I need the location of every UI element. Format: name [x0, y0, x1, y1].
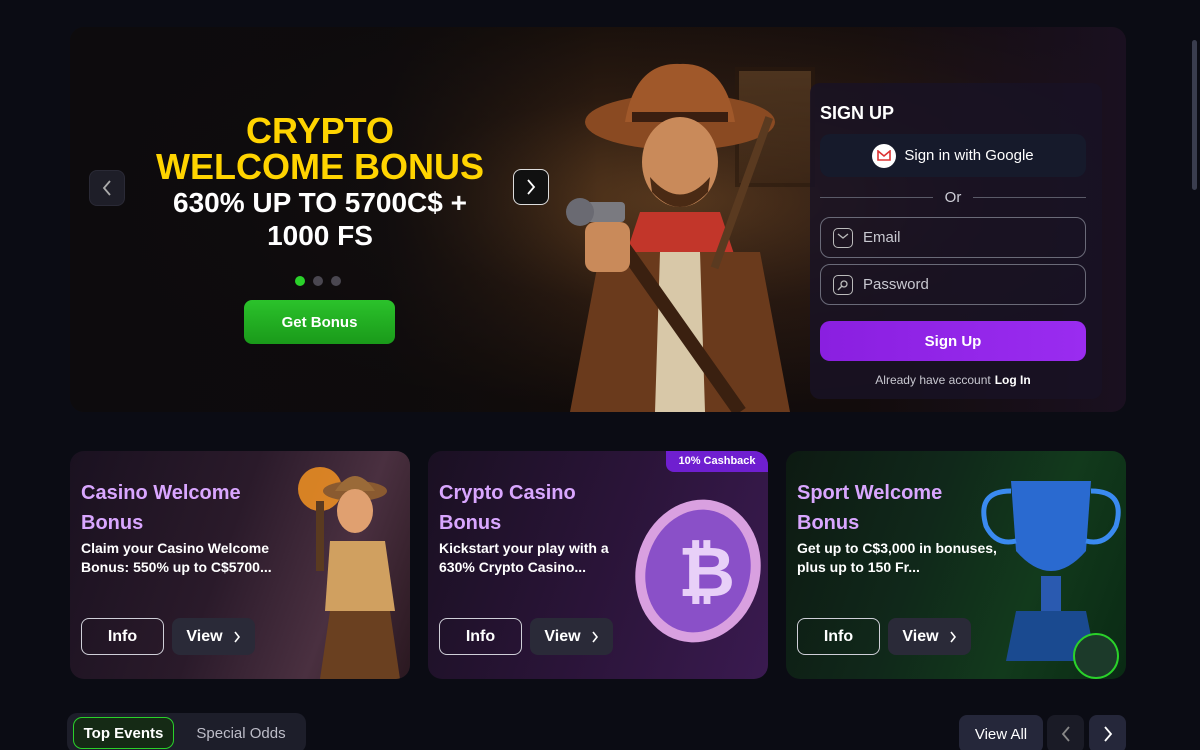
card-title: Crypto Casino Bonus	[439, 482, 576, 534]
view-button[interactable]: View	[888, 618, 971, 655]
tab-top-events[interactable]: Top Events	[73, 717, 174, 749]
password-field[interactable]	[820, 264, 1086, 305]
key-icon	[833, 274, 853, 295]
page-scrollbar[interactable]	[1188, 0, 1200, 750]
promo-offer-line1: 630% UP TO 5700C$ +	[173, 187, 467, 218]
tab-special-odds[interactable]: Special Odds	[182, 717, 300, 749]
signup-title: SIGN UP	[820, 103, 895, 123]
cashback-badge: 10% Cashback	[666, 451, 768, 472]
view-label: View	[902, 627, 939, 645]
promo-headline: CRYPTO WELCOME BONUS 630% UP TO 5700C$ +…	[150, 110, 490, 252]
view-label: View	[186, 627, 223, 645]
events-tabs: Top Events Special Odds	[67, 713, 306, 750]
get-bonus-button[interactable]: Get Bonus	[244, 300, 395, 344]
signup-panel: SIGN UP Sign in with Google Or Sign Up	[810, 83, 1102, 399]
bitcoin-coin-illustration: ₿	[635, 499, 761, 643]
crypto-casino-card[interactable]: 10% Cashback ₿ Crypto Casino Bonus Kicks…	[428, 451, 768, 679]
already-account-text: Already have account	[875, 373, 991, 387]
envelope-icon	[833, 227, 853, 248]
slide-dot-3[interactable]	[331, 276, 341, 286]
promo-title-line1: CRYPTO	[245, 110, 395, 151]
chevron-left-icon	[1061, 726, 1070, 742]
login-prompt: Already have account Log In	[810, 373, 1096, 387]
promo-offer-line2: 1000 FS	[267, 220, 373, 251]
chevron-right-icon	[949, 631, 956, 642]
signup-button[interactable]: Sign Up	[820, 321, 1086, 361]
card-title: Casino Welcome Bonus	[81, 482, 241, 534]
divider-line	[820, 197, 933, 198]
email-field[interactable]	[820, 217, 1086, 258]
view-all-button[interactable]: View All	[959, 715, 1043, 750]
chevron-right-icon	[233, 631, 240, 642]
chevron-right-icon	[1103, 726, 1112, 742]
view-label: View	[544, 627, 581, 645]
google-signin-label: Sign in with Google	[904, 147, 1034, 164]
chevron-right-icon	[527, 179, 536, 195]
hero-banner: CRYPTO WELCOME BONUS 630% UP TO 5700C$ +…	[70, 27, 1126, 412]
card-title: Sport Welcome Bonus	[797, 482, 943, 534]
email-input[interactable]	[863, 229, 1083, 246]
events-next-button[interactable]	[1089, 715, 1126, 750]
info-button[interactable]: Info	[797, 618, 880, 655]
info-button[interactable]: Info	[439, 618, 522, 655]
prev-slide-button[interactable]	[89, 170, 125, 206]
or-divider: Or	[820, 189, 1087, 206]
promo-title-line2: WELCOME BONUS	[156, 146, 484, 187]
slide-dot-1[interactable]	[295, 276, 305, 286]
events-prev-button[interactable]	[1047, 715, 1084, 750]
gmail-icon	[872, 143, 897, 168]
scrollbar-thumb[interactable]	[1192, 40, 1197, 190]
view-button[interactable]: View	[530, 618, 613, 655]
card-description: Get up to C$3,000 in bonuses, plus up to…	[797, 540, 997, 575]
sport-welcome-card[interactable]: Sport Welcome Bonus Get up to C$3,000 in…	[786, 451, 1126, 679]
google-signin-button[interactable]: Sign in with Google	[820, 134, 1086, 177]
slide-indicators	[295, 276, 341, 286]
casino-welcome-card[interactable]: Casino Welcome Bonus Claim your Casino W…	[70, 451, 410, 679]
card-description: Kickstart your play with a 630% Crypto C…	[439, 540, 609, 575]
password-input[interactable]	[863, 276, 1083, 293]
or-label: Or	[944, 189, 962, 206]
view-button[interactable]: View	[172, 618, 255, 655]
divider-line	[973, 197, 1087, 198]
chevron-left-icon	[102, 180, 111, 196]
svg-text:₿: ₿	[678, 531, 735, 613]
login-link[interactable]: Log In	[995, 373, 1031, 387]
cowboy-illustration	[566, 63, 790, 412]
card-description: Claim your Casino Welcome Bonus: 550% up…	[81, 540, 272, 575]
slide-dot-2[interactable]	[313, 276, 323, 286]
chevron-right-icon	[591, 631, 598, 642]
info-button[interactable]: Info	[81, 618, 164, 655]
